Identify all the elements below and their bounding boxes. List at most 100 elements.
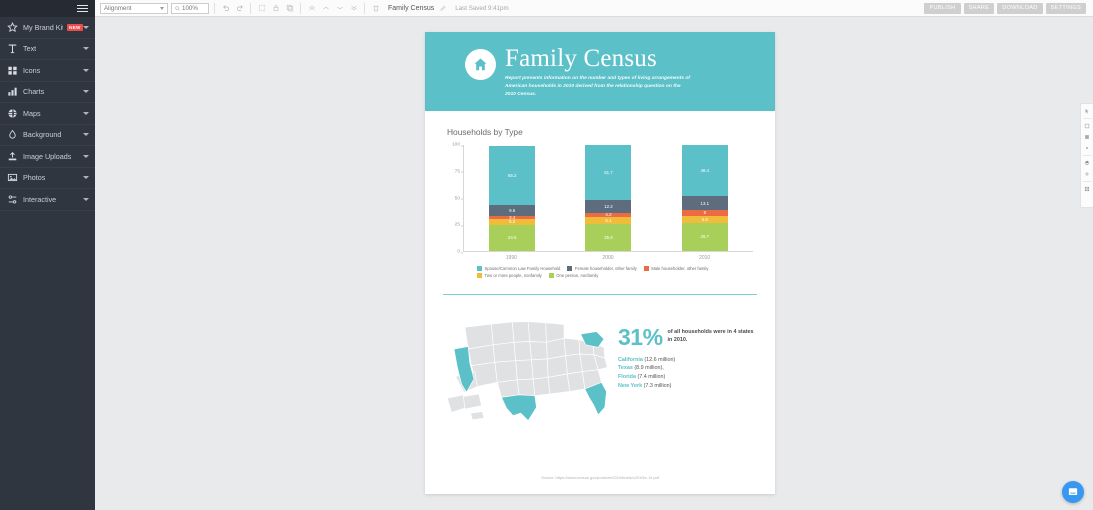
bar-segment: 9.6	[489, 205, 536, 216]
bar-segment: 51.7	[585, 145, 632, 200]
grid-icon[interactable]	[1083, 185, 1091, 193]
hamburger-icon[interactable]	[77, 4, 88, 13]
toolbar-divider	[300, 2, 301, 14]
chat-icon	[1068, 488, 1078, 495]
legend-item: Male householder, other family	[643, 266, 708, 271]
state-line: Texas (8.9 million),	[618, 364, 756, 373]
duplicate-icon[interactable]	[256, 2, 267, 14]
alignment-select[interactable]: Alignment	[100, 2, 168, 14]
chevron-down-icon[interactable]	[83, 90, 89, 94]
star-icon	[7, 21, 18, 33]
alignment-select-label: Alignment	[104, 4, 132, 12]
toolbar-divider	[214, 2, 215, 14]
top-toolbar: Alignment 100% Family Census Last Saved …	[95, 0, 1093, 17]
chevron-down-icon[interactable]	[83, 47, 89, 51]
sidebar-item-photos[interactable]: Photos	[0, 168, 95, 189]
zoom-level-label: 100%	[182, 4, 198, 12]
droplet-icon	[7, 129, 18, 140]
panel-divider	[1082, 181, 1092, 182]
state-line: New York (7.3 million)	[618, 382, 756, 391]
chevron-down-icon[interactable]	[83, 25, 89, 29]
layers-icon[interactable]	[1083, 159, 1091, 167]
legend-item: Female householder, other family	[567, 266, 637, 271]
bar-segment: 48.4	[681, 145, 728, 197]
legend-label: Female householder, other family	[574, 266, 637, 271]
state-name: Florida	[618, 374, 636, 381]
right-tool-panel[interactable]	[1080, 103, 1093, 208]
fill-icon[interactable]	[1083, 133, 1091, 141]
redo-icon[interactable]	[234, 2, 245, 14]
state-value: (7.4 million)	[637, 374, 666, 381]
app-root: My Brand Kit NEW Text Icons Charts Maps Backgr…	[0, 0, 1093, 510]
design-canvas[interactable]: Family Census Report presents informatio…	[95, 17, 1093, 510]
state-list: California (12.6 million) Texas (8.9 mill…	[618, 356, 756, 391]
upload-icon	[7, 151, 18, 162]
sidebar-item-icons[interactable]: Icons	[0, 60, 95, 82]
bar-segment: 12.2	[585, 199, 632, 213]
map-block[interactable]: 31% of all households were in 4 states i…	[425, 295, 775, 422]
bar-segment: 6.8	[681, 215, 728, 223]
sidebar-item-label: Image Uploads	[23, 151, 72, 161]
legend-swatch	[477, 266, 482, 271]
chevron-down-icon[interactable]	[83, 111, 89, 115]
delete-icon[interactable]	[370, 2, 381, 14]
chevron-down-icon[interactable]	[83, 133, 89, 137]
zoom-select[interactable]: 100%	[171, 2, 209, 14]
sidebar-item-maps[interactable]: Maps	[0, 103, 95, 125]
settings-button[interactable]: SETTINGS	[1045, 2, 1086, 14]
chevron-down-icon[interactable]	[83, 68, 89, 72]
share-button[interactable]: SHARE	[963, 2, 995, 14]
y-axis-tick: 25	[454, 222, 464, 228]
bring-forward-icon[interactable]	[320, 2, 331, 14]
state-value: (12.6 million)	[644, 356, 676, 363]
square-icon[interactable]	[1083, 122, 1091, 130]
chevron-down-icon	[160, 6, 164, 10]
send-to-back-icon[interactable]	[348, 2, 359, 14]
left-sidebar: My Brand Kit NEW Text Icons Charts Maps Backgr…	[0, 0, 95, 510]
sidebar-item-charts[interactable]: Charts	[0, 82, 95, 103]
infographic-page[interactable]: Family Census Report presents informatio…	[425, 32, 775, 494]
sidebar-item-my-brand-kit[interactable]: My Brand Kit NEW	[0, 17, 95, 39]
x-axis-tick: 2000	[602, 254, 614, 261]
add-icon[interactable]	[1083, 170, 1091, 178]
stat-block: 31% of all households were in 4 states i…	[618, 309, 756, 422]
document-title[interactable]: Family Census	[388, 5, 434, 12]
chart-legend: Spouse/Common Law Family Household Female…	[447, 263, 737, 278]
x-axis-tick: 2010	[699, 254, 711, 261]
chevron-down-icon[interactable]	[83, 176, 89, 180]
bar-1990[interactable]: 24.6 5.2 3.4 9.6 55.2	[489, 145, 536, 251]
plot-area: 24.6 5.2 3.4 9.6 55.2 25.8 6.1 4.2 12.2 51.7 26.7 6…	[463, 145, 753, 252]
bar-2000[interactable]: 25.8 6.1 4.2 12.2 51.7	[585, 145, 632, 251]
sidebar-item-image-uploads[interactable]: Image Uploads	[0, 146, 95, 168]
state-value: (8.9 million),	[634, 365, 664, 372]
us-map[interactable]	[439, 309, 614, 422]
rename-icon[interactable]	[437, 2, 448, 14]
undo-icon[interactable]	[220, 2, 231, 14]
send-backward-icon[interactable]	[334, 2, 345, 14]
chart-plot: 0 25 50 75 100 24.6 5.2 3.4 9.6 55.2 25.8 6.1 4.2 12…	[447, 143, 753, 263]
copy-icon[interactable]	[284, 2, 295, 14]
infographic-header: Family Census Report presents informatio…	[425, 32, 775, 111]
publish-button[interactable]: PUBLISH	[924, 2, 961, 14]
cursor-icon[interactable]	[1083, 107, 1091, 115]
chart-block[interactable]: Households by Type 0 25 50 75 100 24.6 5.2 3.4…	[425, 111, 775, 278]
chevron-down-icon[interactable]	[83, 197, 89, 201]
sidebar-header	[0, 0, 95, 17]
sidebar-item-interactive[interactable]: Interactive	[0, 189, 95, 211]
bar-2010[interactable]: 26.7 6.8 5 13.1 48.4	[681, 145, 728, 251]
new-badge: NEW	[66, 23, 83, 31]
infographic-subtitle: Report presents information on the numbe…	[505, 76, 691, 98]
bar-segment: 55.2	[489, 146, 536, 206]
chat-widget-button[interactable]	[1062, 481, 1084, 503]
bring-to-front-icon[interactable]	[306, 2, 317, 14]
dot-icon[interactable]	[1083, 144, 1091, 152]
sidebar-item-text[interactable]: Text	[0, 39, 95, 60]
download-button[interactable]: DOWNLOAD	[997, 2, 1043, 14]
state-value: (7.3 million)	[643, 382, 672, 389]
state-name: Texas	[618, 365, 633, 372]
sidebar-item-background[interactable]: Background	[0, 125, 95, 146]
home-icon	[465, 49, 496, 80]
toolbar-actions: PUBLISH SHARE DOWNLOAD SETTINGS	[924, 2, 1088, 14]
lock-icon[interactable]	[270, 2, 281, 14]
chevron-down-icon[interactable]	[83, 154, 89, 158]
